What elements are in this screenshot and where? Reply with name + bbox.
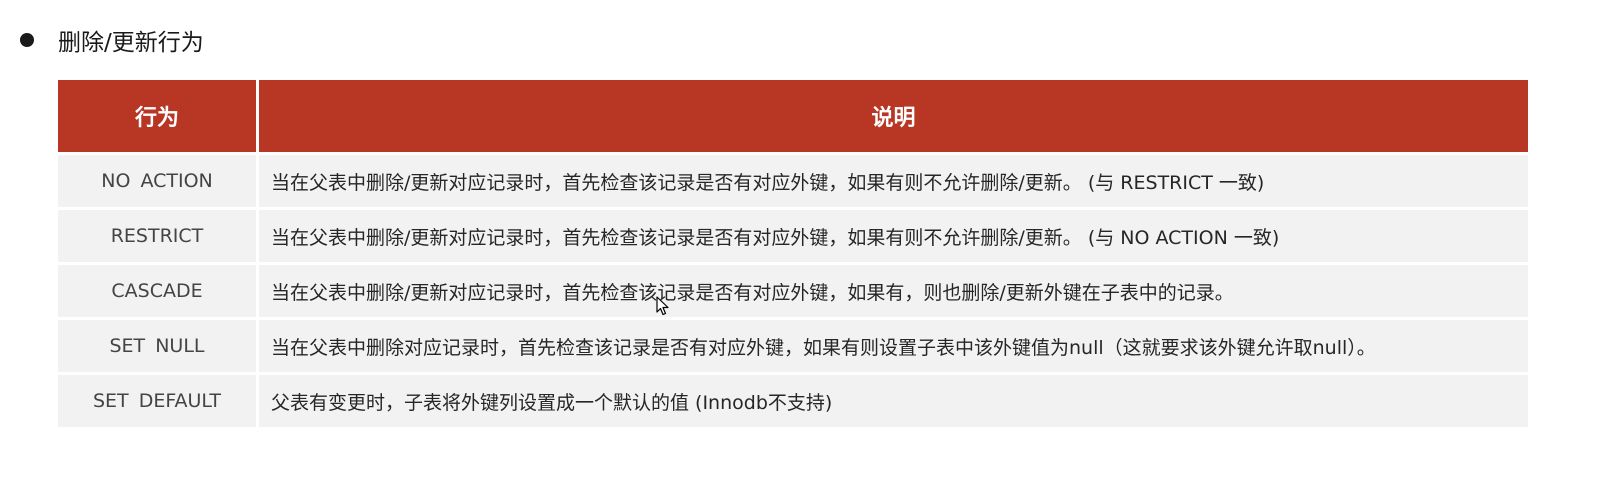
- section-heading: 删除/更新行为: [18, 22, 204, 58]
- table-row: SET DEFAULT 父表有变更时，子表将外键列设置成一个默认的值 (Inno…: [58, 375, 1528, 427]
- bullet-dot-icon: [20, 33, 34, 47]
- description-cell: 当在父表中删除对应记录时，首先检查该记录是否有对应外键，如果有则设置子表中该外键…: [271, 336, 1376, 359]
- behavior-table: 行为 说明 NO ACTION 当在父表中删除/更新对应记录时，首先检查该记录是…: [58, 80, 1528, 430]
- description-cell: 当在父表中删除/更新对应记录时，首先检查该记录是否有对应外键，如果有则不允许删除…: [271, 171, 1265, 194]
- behavior-cell: SET NULL: [58, 320, 259, 372]
- section-title: 删除/更新行为: [58, 30, 204, 56]
- header-behavior: 行为: [58, 80, 259, 152]
- behavior-cell: RESTRICT: [58, 210, 259, 262]
- table-row: SET NULL 当在父表中删除对应记录时，首先检查该记录是否有对应外键，如果有…: [58, 320, 1528, 372]
- table-row: NO ACTION 当在父表中删除/更新对应记录时，首先检查该记录是否有对应外键…: [58, 155, 1528, 207]
- table-header-row: 行为 说明: [58, 80, 1528, 152]
- table-row: RESTRICT 当在父表中删除/更新对应记录时，首先检查该记录是否有对应外键，…: [58, 210, 1528, 262]
- mouse-pointer-icon: [656, 296, 669, 316]
- slide-page: 删除/更新行为 行为 说明 NO ACTION 当在父表中删除/更新对应记录时，…: [0, 0, 1598, 478]
- behavior-cell: SET DEFAULT: [58, 375, 259, 427]
- header-description: 说明: [871, 106, 916, 131]
- description-cell: 当在父表中删除/更新对应记录时，首先检查该记录是否有对应外键，如果有，则也删除/…: [271, 281, 1234, 304]
- description-cell: 父表有变更时，子表将外键列设置成一个默认的值 (Innodb不支持): [271, 391, 833, 414]
- behavior-cell: NO ACTION: [58, 155, 259, 207]
- behavior-cell: CASCADE: [58, 265, 259, 317]
- table-row: CASCADE 当在父表中删除/更新对应记录时，首先检查该记录是否有对应外键，如…: [58, 265, 1528, 317]
- description-cell: 当在父表中删除/更新对应记录时，首先检查该记录是否有对应外键，如果有则不允许删除…: [271, 226, 1280, 249]
